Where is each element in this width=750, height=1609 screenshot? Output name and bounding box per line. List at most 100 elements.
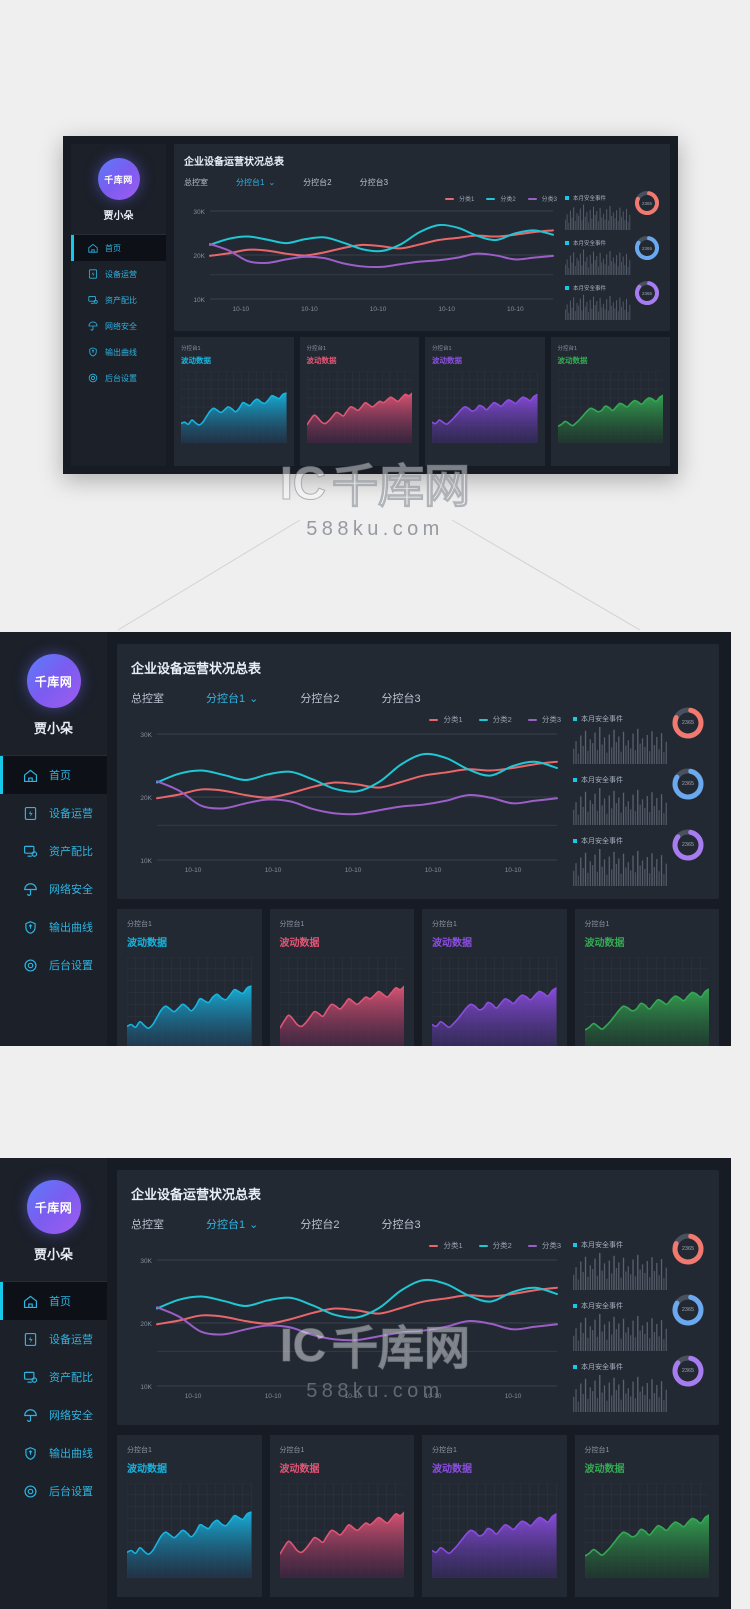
fluctuation-card[interactable]: 分控台1 波动数据: [269, 1435, 414, 1597]
main-line-chart: 分类1 分类2 分类3 30K 20K 10K 10-10 10-10 10-10 10-1…: [131, 714, 561, 891]
tab-分控台3[interactable]: 分控台3: [381, 1216, 420, 1232]
security-event-body: 2365: [573, 1233, 705, 1295]
legend-item-分类3[interactable]: 分类3: [527, 194, 557, 203]
tab-总控室[interactable]: 总控室: [131, 1216, 164, 1232]
tab-分控台3[interactable]: 分控台3: [360, 177, 388, 188]
tab-label: 分控台2: [303, 178, 332, 187]
sidebar-item-设备运营[interactable]: 设备运营: [0, 794, 107, 832]
sidebar-item-后台设置[interactable]: 后台设置: [0, 1472, 107, 1510]
sidebar-item-网络安全[interactable]: 网络安全: [71, 313, 166, 339]
fluctuation-card[interactable]: 分控台1 波动数据: [550, 337, 670, 466]
chevron-down-icon[interactable]: ⌄: [268, 178, 275, 187]
sidebar-item-label: 网络安全: [105, 321, 137, 331]
monitor-icon: [22, 1369, 39, 1386]
tab-分控台2[interactable]: 分控台2: [300, 1216, 339, 1232]
tab-分控台1[interactable]: 分控台1 ⌄: [206, 1216, 258, 1232]
sidebar-item-输出曲线[interactable]: 输出曲线: [0, 908, 107, 946]
sidebar-item-label: 设备运营: [105, 269, 137, 279]
sidebar-item-网络安全[interactable]: 网络安全: [0, 870, 107, 908]
card-title: 波动数据: [432, 1464, 472, 1475]
dashboard-preview-bottom: 千库网 贾小朵 首页 设备运营 资产配比 网络安全 输出曲线 后台设置 企业设备…: [0, 1158, 731, 1609]
tab-总控室[interactable]: 总控室: [131, 690, 164, 706]
tab-分控台3[interactable]: 分控台3: [381, 690, 420, 706]
sidebar-item-输出曲线[interactable]: 输出曲线: [0, 1434, 107, 1472]
security-event-label: 本月安全事件: [573, 241, 607, 247]
user-name: 贾小朵: [33, 1247, 73, 1262]
legend-item-分类2[interactable]: 分类2: [486, 194, 516, 203]
legend-swatch: [527, 718, 537, 721]
svg-text:20K: 20K: [193, 253, 205, 260]
sidebar-item-输出曲线[interactable]: 输出曲线: [71, 339, 166, 365]
card-area-chart: [306, 371, 412, 443]
sidebar-item-资产配比[interactable]: 资产配比: [0, 1358, 107, 1396]
sidebar-item-设备运营[interactable]: 设备运营: [71, 261, 166, 287]
tab-label: 分控台1: [236, 178, 265, 187]
sparkline-bars: [573, 1313, 667, 1352]
tab-总控室[interactable]: 总控室: [184, 177, 208, 188]
legend-label: 分类2: [500, 197, 516, 203]
security-events-column: 本月安全事件 2365 本月安全事件 2365 本月安全事件 2365: [565, 191, 660, 325]
legend-item-分类2[interactable]: 分类2: [478, 714, 512, 725]
legend-item-分类1[interactable]: 分类1: [429, 1240, 463, 1251]
chart-legend: 分类1 分类2 分类3: [184, 194, 557, 203]
donut-value: 2365: [681, 1307, 695, 1313]
tab-label: 分控台3: [359, 178, 389, 187]
sidebar-item-后台设置[interactable]: 后台设置: [0, 946, 107, 984]
sidebar-item-label: 输出曲线: [49, 922, 93, 934]
gear-icon: [87, 372, 99, 384]
security-event-label: 本月安全事件: [581, 1242, 623, 1249]
sidebar-item-label: 首页: [105, 243, 121, 253]
tab-分控台2[interactable]: 分控台2: [303, 177, 331, 188]
fluctuation-card[interactable]: 分控台1 波动数据: [269, 909, 414, 1046]
monitor-icon: [22, 843, 39, 860]
sidebar-item-设备运营[interactable]: 设备运营: [0, 1320, 107, 1358]
dashboard-preview-large: 千库网 贾小朵 首页 设备运营 资产配比 网络安全 输出曲线 后台设置 企业设备…: [0, 632, 731, 1046]
card-tag: 分控台1: [432, 346, 452, 352]
card-area-chart: [432, 1483, 557, 1578]
sidebar-item-网络安全[interactable]: 网络安全: [0, 1396, 107, 1434]
donut-value: 2365: [681, 781, 695, 787]
legend-item-分类1[interactable]: 分类1: [444, 194, 474, 203]
card-tag: 分控台1: [279, 1447, 305, 1454]
fluctuation-card[interactable]: 分控台1 波动数据: [422, 1435, 567, 1597]
sidebar-item-label: 资产配比: [49, 846, 93, 858]
tab-分控台2[interactable]: 分控台2: [300, 690, 339, 706]
legend-item-分类1[interactable]: 分类1: [429, 714, 463, 725]
main-chart-svg: 30K 20K 10K 10-10 10-10 10-10 10-10 10-10: [140, 1258, 558, 1400]
legend-item-分类3[interactable]: 分类3: [527, 714, 561, 725]
svg-text:10-10: 10-10: [233, 306, 250, 313]
fluctuation-card[interactable]: 分控台1 波动数据: [422, 909, 567, 1046]
fluctuation-card[interactable]: 分控台1 波动数据: [117, 1435, 262, 1597]
tab-分控台1[interactable]: 分控台1 ⌄: [206, 690, 258, 706]
page-title: 企业设备运营状况总表: [184, 157, 284, 168]
donut-value: 2365: [641, 245, 652, 251]
donut-chart: 2365: [634, 280, 660, 306]
sidebar-item-首页[interactable]: 首页: [0, 1282, 107, 1320]
sidebar-item-首页[interactable]: 首页: [0, 756, 107, 794]
dashboard-preview-small: 千库网 贾小朵 首页 设备运营 资产配比 网络安全 输出曲线 后台设置 企业设备…: [63, 136, 678, 474]
brand-logo-text: 千库网: [34, 1200, 73, 1215]
sidebar-item-首页[interactable]: 首页: [71, 235, 166, 261]
fluctuation-cards: 分控台1 波动数据 分控台1 波动数据 分控台1 波动数据 分控台1 波动数据: [117, 909, 719, 1046]
monitor-icon: [87, 294, 99, 306]
fluctuation-card[interactable]: 分控台1 波动数据: [574, 1435, 719, 1597]
legend-item-分类3[interactable]: 分类3: [527, 1240, 561, 1251]
security-event-body: 2365: [565, 191, 660, 235]
sidebar-item-资产配比[interactable]: 资产配比: [71, 287, 166, 313]
fluctuation-card[interactable]: 分控台1 波动数据: [117, 909, 262, 1046]
legend-swatch: [444, 197, 454, 200]
sidebar-item-label: 资产配比: [105, 295, 137, 305]
sidebar-item-后台设置[interactable]: 后台设置: [71, 365, 166, 391]
sidebar-item-资产配比[interactable]: 资产配比: [0, 832, 107, 870]
tab-分控台1[interactable]: 分控台1 ⌄: [236, 177, 275, 188]
legend-item-分类2[interactable]: 分类2: [478, 1240, 512, 1251]
chevron-down-icon[interactable]: ⌄: [249, 1218, 258, 1231]
fluctuation-card[interactable]: 分控台1 波动数据: [174, 337, 294, 466]
fluctuation-card[interactable]: 分控台1 波动数据: [299, 337, 419, 466]
fluctuation-card[interactable]: 分控台1 波动数据: [574, 909, 719, 1046]
security-event-body: 2365: [565, 236, 660, 280]
chevron-down-icon[interactable]: ⌄: [249, 692, 258, 705]
main-content: 企业设备运营状况总表 总控室 分控台1⌄ 分控台2 分控台3 分类1 分类2: [166, 144, 670, 466]
fluctuation-card[interactable]: 分控台1 波动数据: [425, 337, 545, 466]
svg-text:10-10: 10-10: [185, 867, 202, 874]
